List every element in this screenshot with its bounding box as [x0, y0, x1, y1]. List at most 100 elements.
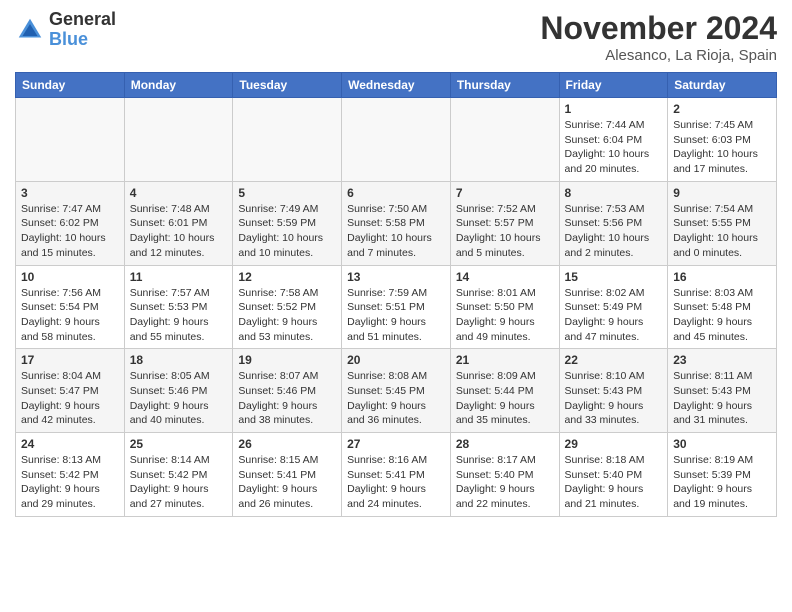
day-number: 28	[456, 437, 554, 451]
day-number: 20	[347, 353, 445, 367]
day-info: Sunrise: 8:13 AM Sunset: 5:42 PM Dayligh…	[21, 453, 119, 512]
day-number: 9	[673, 186, 771, 200]
day-info: Sunrise: 8:17 AM Sunset: 5:40 PM Dayligh…	[456, 453, 554, 512]
logo-text-blue: Blue	[49, 30, 116, 50]
calendar-day: 13Sunrise: 7:59 AM Sunset: 5:51 PM Dayli…	[342, 265, 451, 349]
calendar-week-5: 24Sunrise: 8:13 AM Sunset: 5:42 PM Dayli…	[16, 433, 777, 517]
calendar-day: 11 Sunrise: 7:57 AM Sunset: 5:53 PM Dayli…	[124, 265, 233, 349]
day-info: Sunrise: 8:09 AM Sunset: 5:44 PM Dayligh…	[456, 369, 554, 428]
day-info: Sunrise: 7:52 AM Sunset: 5:57 PM Dayligh…	[456, 202, 554, 261]
col-monday: Monday	[124, 73, 233, 98]
calendar-day: 25 Sunrise: 8:14 AM Sunset: 5:42 PM Dayli…	[124, 433, 233, 517]
calendar-day: 3 Sunrise: 7:47 AM Sunset: 6:02 PM Daylig…	[16, 181, 125, 265]
day-number: 16	[673, 270, 771, 284]
calendar-day: 30 Sunrise: 8:19 AM Sunset: 5:39 PM Dayli…	[668, 433, 777, 517]
day-info: Sunrise: 8:04 AM Sunset: 5:47 PM Dayligh…	[21, 369, 119, 428]
day-number: 3	[21, 186, 119, 200]
day-number: 12	[238, 270, 336, 284]
calendar-day	[16, 98, 125, 182]
day-number: 17	[21, 353, 119, 367]
day-number: 27	[347, 437, 445, 451]
day-info: Sunrise: 8:11 AM Sunset: 5:43 PM Dayligh…	[673, 369, 771, 428]
title-block: November 2024 Alesanco, La Rioja, Spain	[540, 10, 777, 64]
col-thursday: Thursday	[450, 73, 559, 98]
day-info: Sunrise: 8:18 AM Sunset: 5:40 PM Dayligh…	[565, 453, 663, 512]
calendar-day: 16 Sunrise: 8:03 AM Sunset: 5:48 PM Dayli…	[668, 265, 777, 349]
day-info: Sunrise: 8:16 AM Sunset: 5:41 PM Dayligh…	[347, 453, 445, 512]
page-container: General Blue November 2024 Alesanco, La …	[0, 0, 792, 527]
logo: General Blue	[15, 10, 116, 50]
logo-icon	[15, 15, 45, 45]
day-info: Sunrise: 7:56 AM Sunset: 5:54 PM Dayligh…	[21, 286, 119, 345]
day-number: 4	[130, 186, 228, 200]
calendar-day: 15 Sunrise: 8:02 AM Sunset: 5:49 PM Dayli…	[559, 265, 668, 349]
day-number: 11	[130, 270, 228, 284]
day-number: 22	[565, 353, 663, 367]
calendar-week-2: 3 Sunrise: 7:47 AM Sunset: 6:02 PM Daylig…	[16, 181, 777, 265]
col-sunday: Sunday	[16, 73, 125, 98]
calendar-day: 24Sunrise: 8:13 AM Sunset: 5:42 PM Dayli…	[16, 433, 125, 517]
location: Alesanco, La Rioja, Spain	[540, 47, 777, 64]
calendar-day: 18 Sunrise: 8:05 AM Sunset: 5:46 PM Dayli…	[124, 349, 233, 433]
calendar-day: 1 Sunrise: 7:44 AM Sunset: 6:04 PM Daylig…	[559, 98, 668, 182]
calendar-week-1: 1 Sunrise: 7:44 AM Sunset: 6:04 PM Daylig…	[16, 98, 777, 182]
day-info: Sunrise: 7:47 AM Sunset: 6:02 PM Dayligh…	[21, 202, 119, 261]
calendar-day: 12 Sunrise: 7:58 AM Sunset: 5:52 PM Dayli…	[233, 265, 342, 349]
day-number: 10	[21, 270, 119, 284]
day-number: 30	[673, 437, 771, 451]
calendar-day: 10 Sunrise: 7:56 AM Sunset: 5:54 PM Dayli…	[16, 265, 125, 349]
calendar-day: 7 Sunrise: 7:52 AM Sunset: 5:57 PM Daylig…	[450, 181, 559, 265]
day-info: Sunrise: 8:01 AM Sunset: 5:50 PM Dayligh…	[456, 286, 554, 345]
day-info: Sunrise: 7:58 AM Sunset: 5:52 PM Dayligh…	[238, 286, 336, 345]
day-info: Sunrise: 8:15 AM Sunset: 5:41 PM Dayligh…	[238, 453, 336, 512]
calendar-day: 23 Sunrise: 8:11 AM Sunset: 5:43 PM Dayli…	[668, 349, 777, 433]
calendar-day	[450, 98, 559, 182]
day-info: Sunrise: 7:54 AM Sunset: 5:55 PM Dayligh…	[673, 202, 771, 261]
day-info: Sunrise: 7:48 AM Sunset: 6:01 PM Dayligh…	[130, 202, 228, 261]
day-info: Sunrise: 8:19 AM Sunset: 5:39 PM Dayligh…	[673, 453, 771, 512]
day-number: 2	[673, 102, 771, 116]
calendar-day	[342, 98, 451, 182]
calendar-table: Sunday Monday Tuesday Wednesday Thursday…	[15, 72, 777, 517]
calendar-day: 5Sunrise: 7:49 AM Sunset: 5:59 PM Daylig…	[233, 181, 342, 265]
day-info: Sunrise: 8:05 AM Sunset: 5:46 PM Dayligh…	[130, 369, 228, 428]
page-header: General Blue November 2024 Alesanco, La …	[15, 10, 777, 64]
day-number: 23	[673, 353, 771, 367]
calendar-day: 6 Sunrise: 7:50 AM Sunset: 5:58 PM Daylig…	[342, 181, 451, 265]
day-number: 25	[130, 437, 228, 451]
day-info: Sunrise: 7:59 AM Sunset: 5:51 PM Dayligh…	[347, 286, 445, 345]
day-number: 19	[238, 353, 336, 367]
calendar-day	[124, 98, 233, 182]
calendar-header-row: Sunday Monday Tuesday Wednesday Thursday…	[16, 73, 777, 98]
calendar-day: 8Sunrise: 7:53 AM Sunset: 5:56 PM Daylig…	[559, 181, 668, 265]
logo-text-general: General	[49, 10, 116, 30]
day-info: Sunrise: 8:14 AM Sunset: 5:42 PM Dayligh…	[130, 453, 228, 512]
day-info: Sunrise: 7:45 AM Sunset: 6:03 PM Dayligh…	[673, 118, 771, 177]
col-tuesday: Tuesday	[233, 73, 342, 98]
day-info: Sunrise: 7:44 AM Sunset: 6:04 PM Dayligh…	[565, 118, 663, 177]
day-number: 29	[565, 437, 663, 451]
day-number: 5	[238, 186, 336, 200]
calendar-day: 20Sunrise: 8:08 AM Sunset: 5:45 PM Dayli…	[342, 349, 451, 433]
day-number: 18	[130, 353, 228, 367]
day-number: 8	[565, 186, 663, 200]
calendar-day: 28 Sunrise: 8:17 AM Sunset: 5:40 PM Dayli…	[450, 433, 559, 517]
day-number: 1	[565, 102, 663, 116]
calendar-day: 2 Sunrise: 7:45 AM Sunset: 6:03 PM Daylig…	[668, 98, 777, 182]
calendar-week-3: 10 Sunrise: 7:56 AM Sunset: 5:54 PM Dayli…	[16, 265, 777, 349]
day-number: 6	[347, 186, 445, 200]
calendar-day: 14 Sunrise: 8:01 AM Sunset: 5:50 PM Dayli…	[450, 265, 559, 349]
day-info: Sunrise: 8:03 AM Sunset: 5:48 PM Dayligh…	[673, 286, 771, 345]
calendar-day: 19Sunrise: 8:07 AM Sunset: 5:46 PM Dayli…	[233, 349, 342, 433]
calendar-day: 26Sunrise: 8:15 AM Sunset: 5:41 PM Dayli…	[233, 433, 342, 517]
calendar-day	[233, 98, 342, 182]
day-number: 14	[456, 270, 554, 284]
day-number: 15	[565, 270, 663, 284]
day-info: Sunrise: 7:50 AM Sunset: 5:58 PM Dayligh…	[347, 202, 445, 261]
calendar-day: 9 Sunrise: 7:54 AM Sunset: 5:55 PM Daylig…	[668, 181, 777, 265]
day-number: 21	[456, 353, 554, 367]
day-number: 7	[456, 186, 554, 200]
day-info: Sunrise: 8:02 AM Sunset: 5:49 PM Dayligh…	[565, 286, 663, 345]
day-info: Sunrise: 7:57 AM Sunset: 5:53 PM Dayligh…	[130, 286, 228, 345]
month-title: November 2024	[540, 10, 777, 47]
